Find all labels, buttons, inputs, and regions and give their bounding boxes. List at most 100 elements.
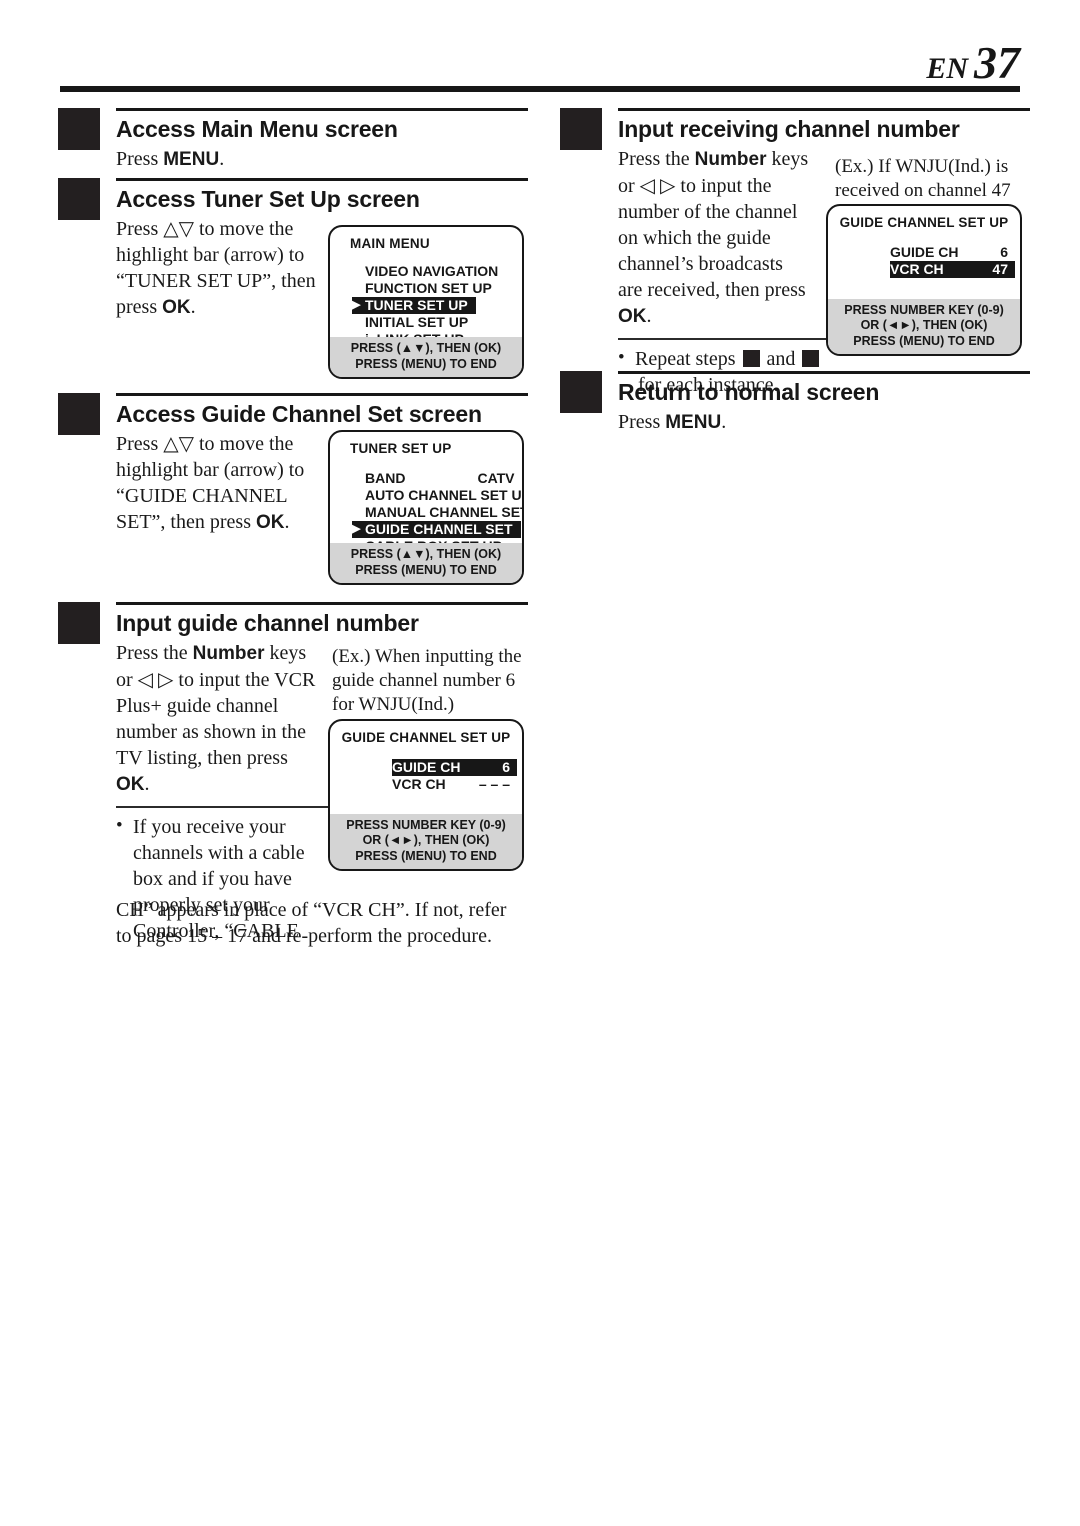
text-fragment: .: [144, 773, 150, 795]
menu-item-label: VIDEO NAVIGATION: [365, 263, 499, 279]
note-fragment: and: [761, 348, 801, 370]
text-line: SET”, then press OK.: [116, 509, 334, 536]
band-value: CATV: [477, 470, 515, 486]
note-fragment: Repeat steps: [635, 348, 741, 370]
text-line: OK.: [116, 771, 334, 798]
text-fragment: .: [646, 305, 652, 327]
step-title-access-tuner-setup: Access Tuner Set Up screen: [116, 186, 420, 212]
menu-item-label: GUIDE CHANNEL SET: [365, 521, 513, 537]
text-line: TV listing, then press: [116, 747, 288, 769]
step-marker-6: [560, 371, 602, 413]
text-line: OK.: [618, 303, 836, 330]
note-cable-box-continued: CH” appears in place of “VCR CH”. If not…: [116, 897, 536, 949]
menu-item-label: AUTO CHANNEL SET UP: [365, 487, 524, 503]
text-line: Press the Number keys: [116, 640, 334, 667]
text-fragment: Press: [618, 411, 666, 433]
step-text-return-to-normal-screen: Press MENU.: [618, 409, 1030, 436]
guide-channel-rows-right: GUIDE CH 6 VCR CH 47: [828, 244, 1020, 278]
text-fragment: .: [284, 511, 290, 533]
menu-item-label: TUNER SET UP: [365, 297, 468, 313]
menu-item-video-navigation[interactable]: VIDEO NAVIGATION: [352, 263, 522, 280]
text-fragment: Press the: [618, 148, 695, 170]
text-line: number as shown in the: [116, 721, 306, 743]
step-text-access-guide-channel-set: Press △▽ to move the highlight bar (arro…: [116, 431, 334, 536]
ok-key-label: OK: [116, 774, 145, 795]
step-marker-2: [58, 178, 100, 220]
step-title-access-main-menu: Access Main Menu screen: [116, 116, 398, 142]
row-vcr-ch[interactable]: VCR CH – – –: [392, 776, 517, 793]
footer-line: PRESS (MENU) TO END: [355, 848, 497, 863]
text-line: highlight bar (arrow) to: [116, 244, 305, 266]
number-key-label: Number: [192, 643, 265, 664]
menu-item-tuner-set-up[interactable]: ▶ TUNER SET UP: [352, 297, 476, 314]
number-key-label: Number: [694, 149, 767, 170]
menu-item-label: FUNCTION SET UP: [365, 280, 492, 296]
text-line: or ◁ ▷ to input the VCR: [116, 669, 316, 691]
menu-item-manual-channel-set[interactable]: MANUAL CHANNEL SET: [352, 504, 522, 521]
step-title-input-guide-channel-number: Input guide channel number: [116, 610, 419, 636]
ok-key-label: OK: [618, 306, 647, 327]
step-rule: [116, 602, 528, 605]
page-header-rule: [60, 86, 1020, 92]
guide-channel-rows-left: GUIDE CH 6 VCR CH – – –: [330, 759, 522, 793]
step-rule: [618, 371, 1030, 374]
menu-item-guide-channel-set[interactable]: ▶ GUIDE CHANNEL SET: [352, 521, 521, 538]
row-value: 6: [1000, 244, 1008, 260]
ok-key-label: OK: [162, 297, 191, 318]
step-rule: [116, 108, 528, 111]
row-guide-ch[interactable]: GUIDE CH 6: [392, 759, 517, 776]
row-guide-ch[interactable]: GUIDE CH 6: [890, 244, 1015, 261]
note-line: channels with a cable: [133, 842, 305, 864]
menu-item-auto-channel-set-up[interactable]: AUTO CHANNEL SET UP: [352, 487, 522, 504]
screen-footer-guide-channel-left: PRESS NUMBER KEY (0-9) OR (◄►), THEN (OK…: [330, 813, 522, 869]
footer-line: PRESS (MENU) TO END: [355, 562, 497, 577]
text-line: on which the guide: [618, 227, 771, 249]
screen-title-guide-channel-set-up: GUIDE CHANNEL SET UP: [839, 215, 1009, 230]
screen-footer-main-menu: PRESS (▲▼), THEN (OK) PRESS (MENU) TO EN…: [330, 337, 522, 377]
note-line: to pages 15 – 17 and re-perform the proc…: [116, 925, 492, 947]
step-marker-3: [58, 393, 100, 435]
note-line: box and if you have: [133, 868, 292, 890]
text-line: or ◁ ▷ to input the: [618, 175, 772, 197]
text-line: channel’s broadcasts: [618, 253, 783, 275]
text-line: Press △▽ to move the: [116, 433, 294, 455]
footer-line: PRESS (▲▼), THEN (OK): [350, 547, 502, 561]
row-vcr-ch[interactable]: VCR CH 47: [890, 261, 1015, 278]
screen-title-tuner-set-up: TUNER SET UP: [350, 441, 452, 456]
row-label: VCR CH: [890, 261, 944, 277]
menu-item-label: INITIAL SET UP: [365, 314, 469, 330]
text-line: number of the channel: [618, 201, 798, 223]
row-label: GUIDE CH: [392, 759, 461, 775]
step-rule: [116, 178, 528, 181]
screen-tuner-set-up: TUNER SET UP BAND CATV AUTO CHANNEL SET U…: [328, 430, 524, 585]
row-value: – – –: [478, 776, 510, 792]
footer-line: OR (◄►), THEN (OK): [860, 318, 988, 332]
menu-item-band[interactable]: BAND CATV: [352, 470, 522, 487]
text-fragment: keys: [264, 642, 307, 664]
screen-footer-guide-channel-right: PRESS NUMBER KEY (0-9) OR (◄►), THEN (OK…: [828, 298, 1020, 354]
text-fragment: Press the: [116, 642, 193, 664]
screen-footer-tuner-set-up: PRESS (▲▼), THEN (OK) PRESS (MENU) TO EN…: [330, 543, 522, 583]
menu-item-label: BAND: [365, 470, 406, 486]
row-label: VCR CH: [392, 776, 446, 792]
row-value: 6: [502, 759, 510, 775]
footer-line: PRESS (MENU) TO END: [355, 356, 497, 371]
text-fragment: .: [190, 296, 196, 318]
footer-line: PRESS (▲▼), THEN (OK): [350, 341, 502, 355]
screen-guide-channel-set-up-right: GUIDE CHANNEL SET UP GUIDE CH 6 VCR CH 47 …: [826, 204, 1022, 356]
menu-item-function-set-up[interactable]: FUNCTION SET UP: [352, 280, 522, 297]
example-caption-guide-channel: (Ex.) When inputting the guide channel n…: [332, 645, 528, 717]
step-title-input-receiving-channel-number: Input receiving channel number: [618, 116, 960, 142]
text-line: Press the Number keys: [618, 146, 836, 173]
page-number: 37: [974, 37, 1020, 88]
note-line: CH” appears in place of “VCR CH”. If not…: [116, 899, 507, 921]
menu-item-initial-set-up[interactable]: INITIAL SET UP: [352, 314, 522, 331]
text-line: Press △▽ to move the: [116, 218, 294, 240]
text-line: press OK.: [116, 294, 334, 321]
screen-title-guide-channel-set-up: GUIDE CHANNEL SET UP: [341, 730, 511, 745]
menu-key-label: MENU: [665, 412, 722, 433]
row-value: 47: [992, 261, 1008, 277]
screen-guide-channel-set-up-left: GUIDE CHANNEL SET UP GUIDE CH 6 VCR CH – –…: [328, 719, 524, 871]
caption-line: (Ex.) If WNJU(Ind.) is: [835, 156, 1009, 177]
footer-line: PRESS (MENU) TO END: [853, 333, 995, 348]
